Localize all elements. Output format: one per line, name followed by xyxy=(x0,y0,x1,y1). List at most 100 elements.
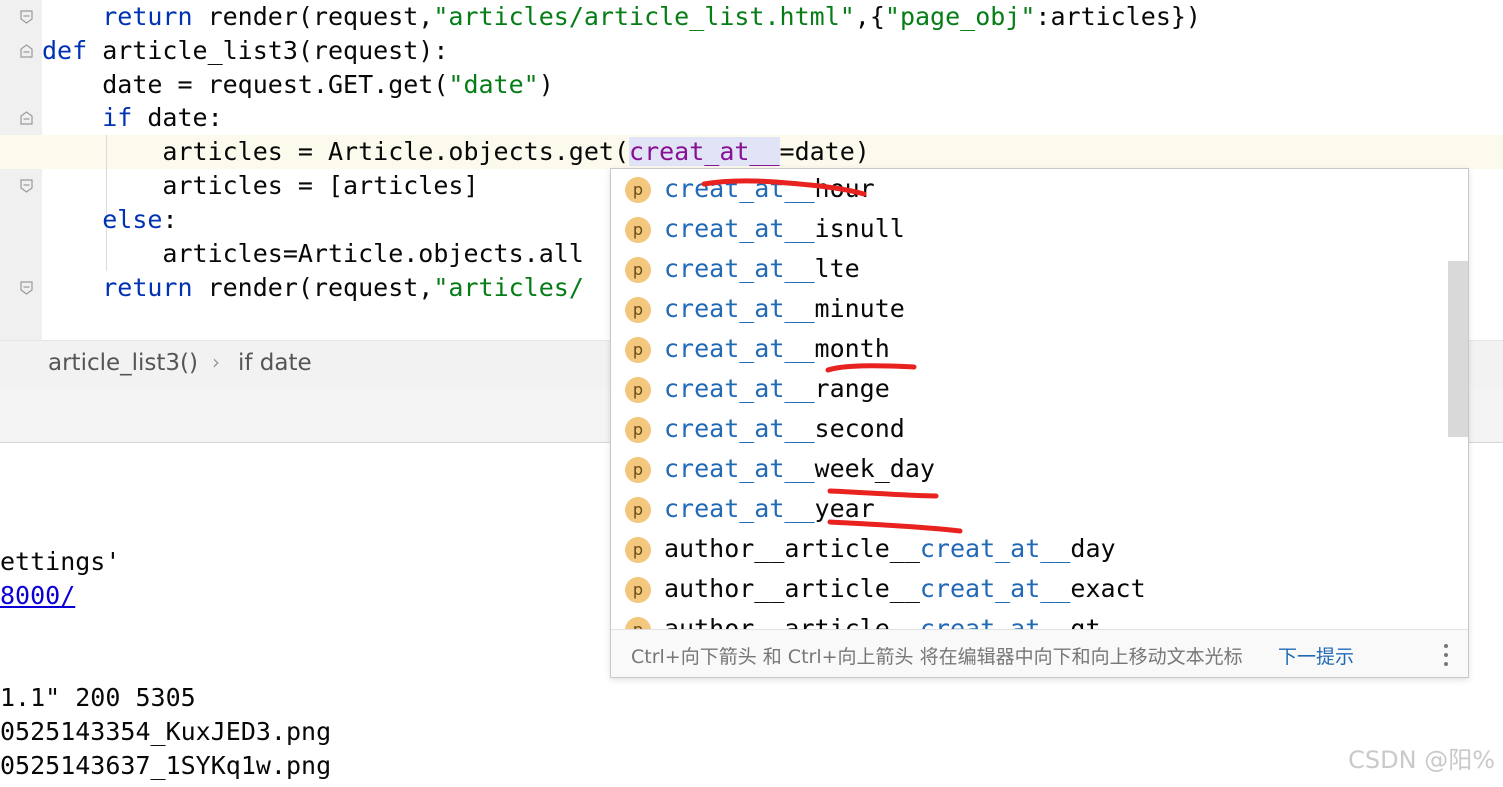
completion-match: creat_at__ xyxy=(664,374,815,403)
code-text: =date) xyxy=(779,137,870,166)
completion-item[interactable]: p creat_at__hour xyxy=(611,169,1446,209)
completion-match: creat_at__ xyxy=(664,174,815,203)
code-line-current[interactable]: articles = Article.objects.get(creat_at_… xyxy=(42,135,870,169)
code-keyword: return xyxy=(102,273,193,302)
code-text: date: xyxy=(132,103,223,132)
completion-item[interactable]: p author__article__creat_at__exact xyxy=(611,569,1446,609)
fold-start-icon[interactable] xyxy=(20,44,33,58)
fold-end-icon[interactable] xyxy=(20,179,33,193)
code-keyword: return xyxy=(102,2,193,31)
completion-scrollbar[interactable] xyxy=(1448,261,1468,437)
code-text: render(request, xyxy=(192,2,434,31)
completion-item[interactable]: p creat_at__minute xyxy=(611,289,1446,329)
parameter-badge-icon: p xyxy=(625,217,651,243)
completion-item-text: creat_at__minute xyxy=(664,289,905,329)
completion-suffix: year xyxy=(814,494,875,523)
completion-item[interactable]: p author__article__creat_at__gt xyxy=(611,609,1446,629)
parameter-badge-icon: p xyxy=(625,377,651,403)
completion-item[interactable]: p author__article__creat_at__day xyxy=(611,529,1446,569)
code-line[interactable]: if date: xyxy=(42,101,223,135)
code-keyword: else xyxy=(102,205,163,234)
completion-item-text: creat_at__range xyxy=(664,369,890,409)
completion-match: creat_at__ xyxy=(664,454,815,483)
parameter-badge-icon: p xyxy=(625,497,651,523)
completion-item-text: author__article__creat_at__day xyxy=(664,529,1116,569)
completion-prefix: author__article__ xyxy=(664,534,920,563)
completion-item[interactable]: p creat_at__month xyxy=(611,329,1446,369)
completion-match: creat_at__ xyxy=(664,334,815,363)
completion-list[interactable]: p creat_at__hour p creat_at__isnull p cr… xyxy=(611,169,1468,629)
code-line[interactable]: return render(request,"articles/ xyxy=(42,271,584,305)
vertical-ellipsis-icon[interactable] xyxy=(1442,641,1450,667)
completion-match: creat_at__ xyxy=(664,254,815,283)
code-string: "page_obj" xyxy=(884,2,1036,31)
fold-start-icon[interactable] xyxy=(20,111,33,125)
code-completion-popup[interactable]: p creat_at__hour p creat_at__isnull p cr… xyxy=(610,168,1469,678)
completion-item-text: creat_at__month xyxy=(664,329,890,369)
completion-suffix: hour xyxy=(814,174,875,203)
completion-item[interactable]: p creat_at__isnull xyxy=(611,209,1446,249)
next-tip-link[interactable]: 下一提示 xyxy=(1278,642,1354,669)
completion-item[interactable]: p creat_at__week_day xyxy=(611,449,1446,489)
code-line[interactable]: date = request.GET.get("date") xyxy=(42,68,554,102)
completion-item[interactable]: p creat_at__year xyxy=(611,489,1446,529)
completion-suffix: second xyxy=(814,414,905,443)
parameter-badge-icon: p xyxy=(625,297,651,323)
breadcrumb-separator-icon: › xyxy=(212,350,220,374)
completion-item-text: creat_at__week_day xyxy=(664,449,935,489)
completion-match: creat_at__ xyxy=(664,414,815,443)
code-line[interactable]: def article_list3(request): xyxy=(42,34,448,68)
completion-item-text: creat_at__second xyxy=(664,409,905,449)
code-text: ) xyxy=(538,70,554,99)
completion-prefix: author__article__ xyxy=(664,614,920,629)
code-keyword: def xyxy=(42,36,88,65)
completion-item[interactable]: p creat_at__range xyxy=(611,369,1446,409)
console-link[interactable]: 8000/ xyxy=(0,579,75,613)
parameter-badge-icon: p xyxy=(625,257,651,283)
code-line[interactable]: else: xyxy=(42,203,178,237)
code-line[interactable]: return render(request,"articles/article_… xyxy=(42,0,1201,34)
completion-prefix: author__article__ xyxy=(664,574,920,603)
code-line[interactable]: articles = [articles] xyxy=(42,169,479,203)
completion-item-text: author__article__creat_at__gt xyxy=(664,609,1101,629)
breadcrumb-item-if[interactable]: if date xyxy=(238,350,312,376)
completion-suffix: exact xyxy=(1070,574,1146,603)
code-line[interactable]: articles=Article.objects.all xyxy=(42,237,584,271)
completion-footer: Ctrl+向下箭头 和 Ctrl+向上箭头 将在编辑器中向下和向上移动文本光标 … xyxy=(611,629,1468,677)
parameter-badge-icon: p xyxy=(625,457,651,483)
code-text: article_list3(request): xyxy=(87,36,449,65)
fold-end-icon[interactable] xyxy=(20,10,33,24)
code-keyword: if xyxy=(102,103,133,132)
completion-item[interactable]: p creat_at__lte xyxy=(611,249,1446,289)
code-text: date = request.GET.get( xyxy=(102,70,449,99)
completion-suffix: range xyxy=(814,374,890,403)
code-text: ,{ xyxy=(854,2,885,31)
parameter-badge-icon: p xyxy=(625,537,651,563)
console-line: 0525143637_1SYKq1w.png xyxy=(0,751,332,780)
fold-end-icon[interactable] xyxy=(20,281,33,295)
code-text: articles=Article.objects.all xyxy=(162,239,584,268)
code-text: : xyxy=(162,205,178,234)
completion-suffix: day xyxy=(1070,534,1116,563)
completion-item-text: creat_at__isnull xyxy=(664,209,905,249)
code-text: articles = [articles] xyxy=(162,171,479,200)
code-text: render(request, xyxy=(192,273,434,302)
completion-item-text: creat_at__hour xyxy=(664,169,875,209)
breadcrumb-item-function[interactable]: article_list3() xyxy=(48,350,198,376)
code-string: "date" xyxy=(448,70,539,99)
completion-match: creat_at__ xyxy=(664,294,815,323)
code-parameter-selected[interactable]: creat_at__ xyxy=(629,137,780,166)
completion-item[interactable]: p creat_at__second xyxy=(611,409,1446,449)
completion-suffix: isnull xyxy=(814,214,905,243)
parameter-badge-icon: p xyxy=(625,177,651,203)
parameter-badge-icon: p xyxy=(625,337,651,363)
completion-match: creat_at__ xyxy=(919,534,1071,563)
code-text: articles = Article.objects.get( xyxy=(162,137,630,166)
completion-item-text: creat_at__year xyxy=(664,489,875,529)
completion-match: creat_at__ xyxy=(919,614,1071,629)
